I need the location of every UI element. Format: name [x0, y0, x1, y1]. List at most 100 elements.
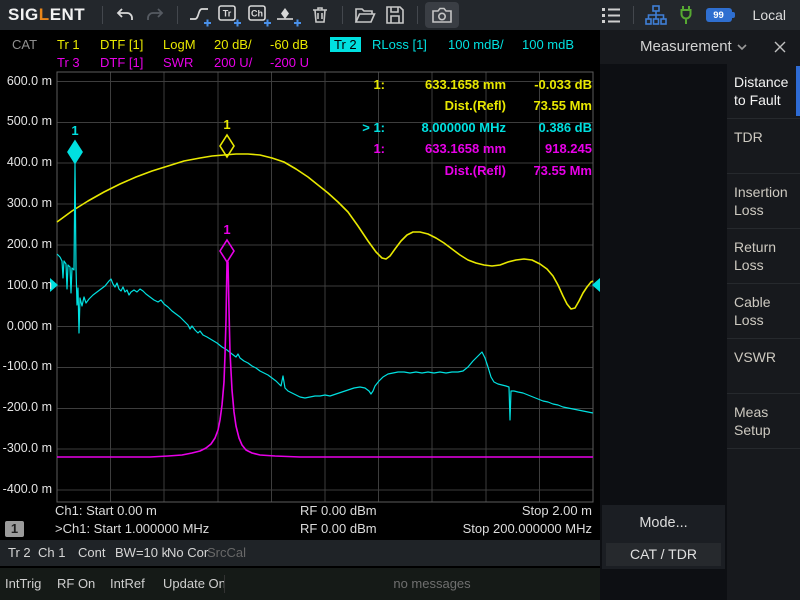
toolbar: SIGLENT Tr Ch — [0, 0, 800, 30]
marker-readout-row: Dist.(Refl)73.55 Mm — [330, 98, 592, 113]
chart-marker-diamond — [220, 240, 234, 262]
svg-text:Tr: Tr — [223, 9, 232, 19]
system-status-bar: IntTrig RF On IntRef Update On no messages — [0, 568, 600, 600]
y-axis-label: 100.0 m — [2, 278, 52, 292]
delete-icon[interactable] — [305, 2, 335, 28]
menu-item-tdr[interactable]: TDR — [727, 119, 800, 174]
marker-readout-row: 1:633.1658 mm918.245 — [330, 141, 592, 156]
y-axis-label: -200.0 m — [2, 400, 52, 414]
menu-list-icon[interactable] — [596, 2, 626, 28]
marker-readout-value: > 1: — [330, 120, 385, 135]
panel-header: Measurement — [600, 30, 800, 64]
channel-start: Ch1: Start 0.00 m — [55, 503, 157, 518]
marker-readout-value — [330, 163, 385, 178]
system-status-item: RF On — [57, 576, 95, 591]
status-item: SrcCal — [207, 545, 246, 560]
channel-rf-power: RF 0.00 dBm — [300, 521, 377, 536]
screenshot-icon[interactable] — [425, 2, 459, 28]
trace3-measurement: DTF [1] — [100, 55, 143, 70]
reference-level-marker — [592, 278, 600, 292]
brand-accent: L — [39, 5, 50, 24]
system-status-item: Update On — [163, 576, 226, 591]
add-marker-icon[interactable] — [275, 2, 305, 28]
toolbar-separator — [342, 6, 343, 24]
toolbar-separator — [177, 6, 178, 24]
toolbar-separator — [102, 6, 103, 24]
toolbar-separator — [633, 6, 634, 24]
undo-icon[interactable] — [110, 2, 140, 28]
y-axis-label: 300.0 m — [2, 196, 52, 210]
cat-analyzer-app: SIGLENT Tr Ch — [0, 0, 800, 600]
power-plug-icon — [671, 2, 701, 28]
y-axis-label: 400.0 m — [2, 155, 52, 169]
marker-readout-value: 918.245 — [506, 141, 592, 156]
trace3-id[interactable]: Tr 3 — [57, 55, 80, 70]
add-sweep-icon[interactable] — [185, 2, 215, 28]
menu-item-insertion-loss[interactable]: Insertion Loss — [727, 174, 800, 229]
chart-marker-label: 1 — [223, 117, 230, 132]
panel-title[interactable]: Measurement — [640, 38, 732, 55]
menu-item-vswr[interactable]: VSWR — [727, 339, 800, 394]
close-icon[interactable] — [770, 37, 790, 57]
marker-readout-value: Dist.(Refl) — [385, 163, 506, 178]
y-axis-label: 0.000 m — [2, 319, 52, 333]
battery-indicator: 99 — [701, 2, 737, 28]
marker-readout-value: 73.55 Mm — [506, 163, 592, 178]
mode-cat-tdr-button[interactable]: CAT / TDR — [606, 543, 721, 566]
marker-readout-value: 633.1658 mm — [385, 141, 506, 156]
menu-item-cable-loss[interactable]: Cable Loss — [727, 284, 800, 339]
status-item: Ch 1 — [38, 545, 65, 560]
y-axis-label: 200.0 m — [2, 237, 52, 251]
trace2-id-active[interactable]: Tr 2 — [330, 37, 361, 52]
menu-item-meas-setup[interactable]: Meas Setup — [727, 394, 800, 449]
system-status-item: IntRef — [110, 576, 145, 591]
redo-icon[interactable] — [140, 2, 170, 28]
marker-readout-row: Dist.(Refl)73.55 Mm — [330, 163, 592, 178]
marker-readout-value: 633.1658 mm — [385, 77, 506, 92]
add-trace-icon[interactable]: Tr — [215, 2, 245, 28]
siglent-logo: SIGLENT — [8, 5, 85, 25]
y-axis-label: -300.0 m — [2, 441, 52, 455]
trace-tr3-dtf-swr — [57, 262, 593, 457]
brand-suffix: ENT — [50, 5, 86, 24]
marker-readout-value — [330, 98, 385, 113]
open-file-icon[interactable] — [350, 2, 380, 28]
channel-stop: Stop 200.000000 MHz — [432, 521, 592, 536]
system-status-item: IntTrig — [5, 576, 41, 591]
measurement-panel: Measurement DTF[ Port 1 ]DTF[ Port 2 ] D… — [600, 30, 800, 600]
mode-block: Mode... CAT / TDR — [602, 505, 725, 569]
add-channel-icon[interactable]: Ch — [245, 2, 275, 28]
trace1-format: LogM — [163, 37, 196, 52]
menu-item-return-loss[interactable]: Return Loss — [727, 229, 800, 284]
chart-marker-diamond — [68, 141, 82, 163]
y-axis-label: -400.0 m — [2, 482, 52, 496]
trace2-reference: 100 mdB — [522, 37, 574, 52]
marker-readout-value: Dist.(Refl) — [385, 98, 506, 113]
marker-readout-row: 1:633.1658 mm-0.033 dB — [330, 77, 592, 92]
trace1-reference: -60 dB — [270, 37, 308, 52]
status-separator — [224, 575, 225, 593]
chevron-down-icon[interactable] — [736, 43, 748, 51]
chart-marker-label: 1 — [223, 222, 230, 237]
save-icon[interactable] — [380, 2, 410, 28]
trace-tr2-rloss — [57, 163, 593, 420]
message-area: no messages — [393, 576, 470, 591]
panel-menu-column: Distance to FaultTDRInsertion LossReturn… — [727, 64, 800, 600]
channel-number-badge: 1 — [5, 521, 24, 537]
marker-readout-value: 73.55 Mm — [506, 98, 592, 113]
marker-readout-value: 1: — [330, 77, 385, 92]
marker-readout-value: -0.033 dB — [506, 77, 592, 92]
y-axis-label: 500.0 m — [2, 114, 52, 128]
channel-rf-power: RF 0.00 dBm — [300, 503, 377, 518]
chart-marker-diamond — [220, 135, 234, 157]
network-icon[interactable] — [641, 2, 671, 28]
battery-level: 99 — [713, 10, 724, 21]
status-item: BW=10 k — [115, 545, 168, 560]
trace2-scale: 100 mdB/ — [448, 37, 504, 52]
trace1-scale: 20 dB/ — [214, 37, 252, 52]
trace3-scale: 200 U/ — [214, 55, 252, 70]
channel-stop: Stop 2.00 m — [432, 503, 592, 518]
trace1-id[interactable]: Tr 1 — [57, 37, 80, 52]
local-button[interactable]: Local — [753, 7, 786, 23]
menu-item-distance-to-fault[interactable]: Distance to Fault — [727, 64, 800, 119]
